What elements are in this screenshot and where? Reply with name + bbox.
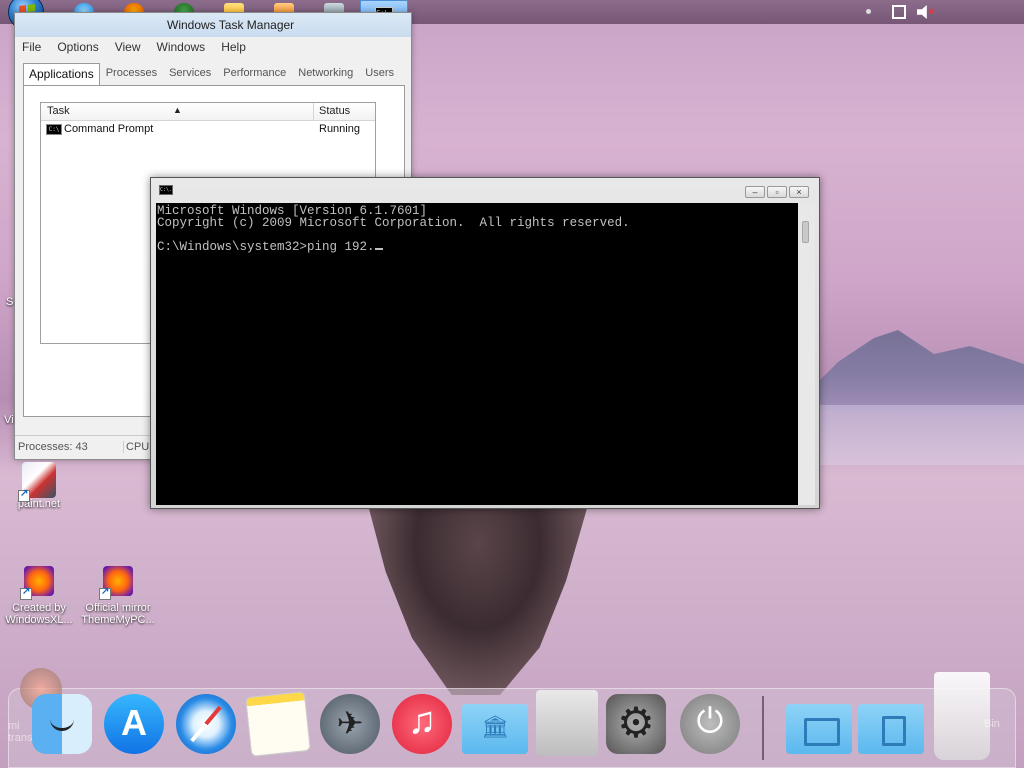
close-button[interactable]: × xyxy=(789,186,809,198)
maximize-button[interactable]: ▫ xyxy=(767,186,787,198)
console-prompt-line: C:\Windows\system32>ping 192. xyxy=(157,241,798,253)
wallpaper-mountain xyxy=(790,330,1024,410)
column-separator[interactable] xyxy=(313,103,314,121)
desktop-icon-label-partial[interactable]: Vi xyxy=(4,414,14,426)
tab-networking[interactable]: Networking xyxy=(292,63,359,86)
console-line: Copyright (c) 2009 Microsoft Corporation… xyxy=(157,216,630,230)
app-store-icon[interactable] xyxy=(104,694,164,754)
table-row[interactable]: C:\ Command Prompt Running xyxy=(41,121,375,139)
wallpaper-rock xyxy=(368,505,588,695)
mac-pro-icon[interactable] xyxy=(536,690,598,756)
scrollbar-thumb[interactable] xyxy=(802,221,809,243)
cmd-icon: C:\ xyxy=(46,124,62,135)
shortcut-arrow-icon xyxy=(20,586,32,600)
task-manager-title: Windows Task Manager xyxy=(167,18,295,32)
menu-file[interactable]: File xyxy=(22,40,41,54)
safari-icon[interactable] xyxy=(176,694,236,754)
column-status[interactable]: Status xyxy=(319,105,350,117)
menu-help[interactable]: Help xyxy=(221,40,246,54)
downloads-folder-icon[interactable] xyxy=(786,704,852,754)
desktop-icon-label: Created by xyxy=(12,602,66,614)
tab-services[interactable]: Services xyxy=(163,63,217,86)
task-manager-titlebar[interactable]: Windows Task Manager xyxy=(15,13,411,37)
desktop-icon-created-by[interactable]: Created by WindowsXL... xyxy=(2,566,76,626)
trash-icon[interactable] xyxy=(934,672,990,760)
tab-applications[interactable]: Applications xyxy=(23,63,100,86)
task-manager-tabs: Applications Processes Services Performa… xyxy=(23,63,400,86)
desktop-icon-label: WindowsXL... xyxy=(5,614,73,626)
tray-dot-icon[interactable] xyxy=(866,9,871,14)
dock-divider xyxy=(762,696,764,760)
vertical-scrollbar[interactable] xyxy=(798,203,815,505)
processes-count: Processes: 43 xyxy=(18,441,88,453)
finder-icon[interactable] xyxy=(32,694,92,754)
tab-processes[interactable]: Processes xyxy=(100,63,163,86)
console-input[interactable]: C:\Windows\system32>ping 192. xyxy=(157,240,375,254)
desktop-icon-official-mirror[interactable]: Official mirror ThemeMyPC... xyxy=(78,566,158,626)
system-preferences-icon[interactable] xyxy=(606,694,666,754)
tab-users[interactable]: Users xyxy=(359,63,400,86)
firefox-icon xyxy=(99,566,133,600)
shortcut-arrow-icon xyxy=(18,488,30,502)
applications-folder-icon[interactable] xyxy=(462,704,528,754)
desktop-icon-paintnet[interactable]: paint.net xyxy=(8,462,70,510)
documents-folder-icon[interactable] xyxy=(858,704,924,754)
cmd-icon[interactable]: C:\. xyxy=(159,185,173,195)
menu-options[interactable]: Options xyxy=(57,40,98,54)
music-icon[interactable] xyxy=(392,694,452,754)
desktop-icon-label: Official mirror xyxy=(85,602,151,614)
minimize-button[interactable]: – xyxy=(745,186,765,198)
notes-icon[interactable] xyxy=(245,691,311,757)
sort-arrow-icon: ▲ xyxy=(173,105,182,115)
column-task[interactable]: Task xyxy=(47,105,70,117)
launchpad-icon[interactable] xyxy=(320,694,380,754)
desktop-icon-label-partial[interactable]: S xyxy=(6,296,13,308)
task-list-header: Task ▲ Status xyxy=(41,103,375,121)
console-output[interactable]: Microsoft Windows [Version 6.1.7601] Copy… xyxy=(156,203,798,505)
task-status: Running xyxy=(319,123,360,135)
power-icon[interactable] xyxy=(680,694,740,754)
desktop-icon-label: ThemeMyPC... xyxy=(81,614,155,626)
task-name: Command Prompt xyxy=(64,123,154,135)
shortcut-arrow-icon xyxy=(99,586,111,600)
task-manager-menubar: File Options View Windows Help xyxy=(15,37,411,57)
firefox-icon xyxy=(20,566,54,600)
menu-view[interactable]: View xyxy=(115,40,141,54)
system-tray: × xyxy=(844,0,1024,24)
trash-label: Bin xyxy=(984,718,1000,730)
cmd-titlebar[interactable]: C:\. – ▫ × xyxy=(151,178,819,202)
text-cursor xyxy=(374,248,383,250)
network-icon[interactable] xyxy=(892,5,906,19)
tab-performance[interactable]: Performance xyxy=(217,63,292,86)
menu-windows[interactable]: Windows xyxy=(157,40,206,54)
paintnet-icon xyxy=(18,462,56,502)
command-prompt-window: C:\. – ▫ × Microsoft Windows [Version 6.… xyxy=(150,177,820,509)
muted-x-icon: × xyxy=(928,6,935,18)
